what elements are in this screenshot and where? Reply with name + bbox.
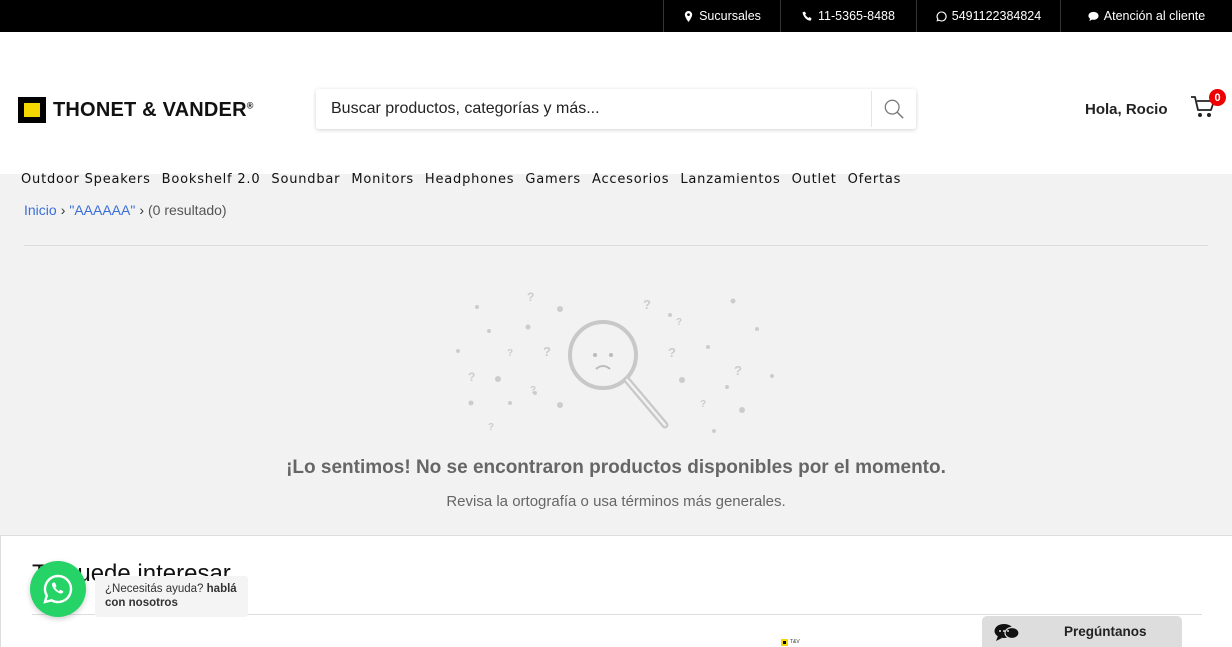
nav-outdoor-speakers[interactable]: Outdoor Speakers — [21, 172, 151, 187]
svg-text:?: ? — [700, 399, 706, 410]
breadcrumb: Inicio › "AAAAAA" › (0 resultado) — [24, 202, 227, 218]
nav-monitors[interactable]: Monitors — [351, 172, 414, 187]
svg-text:?: ? — [530, 385, 536, 396]
whatsapp-label: 5491122384824 — [951, 9, 1042, 23]
search-icon — [884, 99, 904, 119]
logo-mark — [18, 97, 46, 123]
svg-text:?: ? — [668, 345, 676, 360]
search-button[interactable] — [871, 91, 916, 127]
product-thumbnail[interactable]: T&V — [781, 638, 805, 646]
site-header: THONET & VANDER® Hola, Rocio 0 Outdoor S… — [0, 32, 1232, 187]
cart-button[interactable]: 0 — [1190, 89, 1226, 122]
svg-text:?: ? — [643, 297, 651, 312]
svg-text:?: ? — [468, 370, 475, 384]
support-label: Atención al cliente — [1103, 9, 1206, 23]
whatsapp-tooltip-text: ¿Necesitás ayuda? — [105, 583, 204, 595]
chat-bubble-icon — [1088, 11, 1099, 21]
breadcrumb-results: (0 resultado) — [148, 202, 227, 218]
nav-ofertas[interactable]: Ofertas — [848, 172, 902, 187]
whatsapp-tooltip[interactable]: ¿Necesitás ayuda? hablá con nosotros — [95, 576, 248, 617]
whatsapp-icon — [936, 10, 947, 22]
branches-label: Sucursales — [699, 9, 761, 23]
nav-bookshelf[interactable]: Bookshelf 2.0 — [162, 172, 261, 187]
svg-text:?: ? — [488, 422, 494, 433]
nav-lanzamientos[interactable]: Lanzamientos — [680, 172, 780, 187]
nav-gamers[interactable]: Gamers — [525, 172, 581, 187]
divider — [24, 245, 1208, 246]
phone-icon — [802, 10, 812, 21]
svg-text:?: ? — [527, 290, 534, 304]
ask-widget-tab[interactable]: Pregúntanos — [982, 616, 1182, 647]
phone-label: 11-5365-8488 — [818, 9, 895, 23]
cart-count-badge: 0 — [1209, 89, 1226, 106]
brand-logo[interactable]: THONET & VANDER® — [18, 97, 254, 123]
location-pin-icon — [684, 10, 693, 22]
phone-link[interactable]: 11-5365-8488 — [780, 0, 916, 32]
whatsapp-link[interactable]: 5491122384824 — [916, 0, 1060, 32]
svg-text:?: ? — [543, 344, 551, 359]
logo-text: THONET & VANDER — [53, 98, 247, 121]
empty-state-subtitle: Revisa la ortografía o usa términos más … — [446, 493, 786, 510]
svg-text:?: ? — [734, 363, 742, 378]
nav-soundbar[interactable]: Soundbar — [271, 172, 340, 187]
ask-widget-label: Pregúntanos — [1064, 624, 1147, 639]
no-results-illustration-icon: ??? ??? ??? ?? — [456, 290, 774, 433]
user-greeting[interactable]: Hola, Rocio — [1085, 101, 1168, 118]
whatsapp-icon — [43, 574, 73, 604]
whatsapp-chat-button[interactable] — [30, 561, 86, 617]
top-bar: Sucursales 11-5365-8488 5491122384824 At… — [0, 0, 1232, 32]
breadcrumb-home[interactable]: Inicio — [24, 202, 57, 218]
support-link[interactable]: Atención al cliente — [1060, 0, 1232, 32]
breadcrumb-query[interactable]: "AAAAAA" — [69, 202, 135, 218]
nav-accesorios[interactable]: Accesorios — [592, 172, 669, 187]
search-input[interactable] — [316, 89, 871, 129]
main-nav: Outdoor Speakers Bookshelf 2.0 Soundbar … — [21, 172, 901, 187]
svg-text:?: ? — [676, 317, 682, 328]
chat-bubbles-icon — [994, 623, 1020, 641]
branches-link[interactable]: Sucursales — [663, 0, 780, 32]
search-bar — [316, 89, 916, 129]
empty-state-title: ¡Lo sentimos! No se encontraron producto… — [286, 457, 946, 478]
nav-outlet[interactable]: Outlet — [792, 172, 837, 187]
nav-headphones[interactable]: Headphones — [425, 172, 514, 187]
svg-text:?: ? — [507, 348, 513, 359]
